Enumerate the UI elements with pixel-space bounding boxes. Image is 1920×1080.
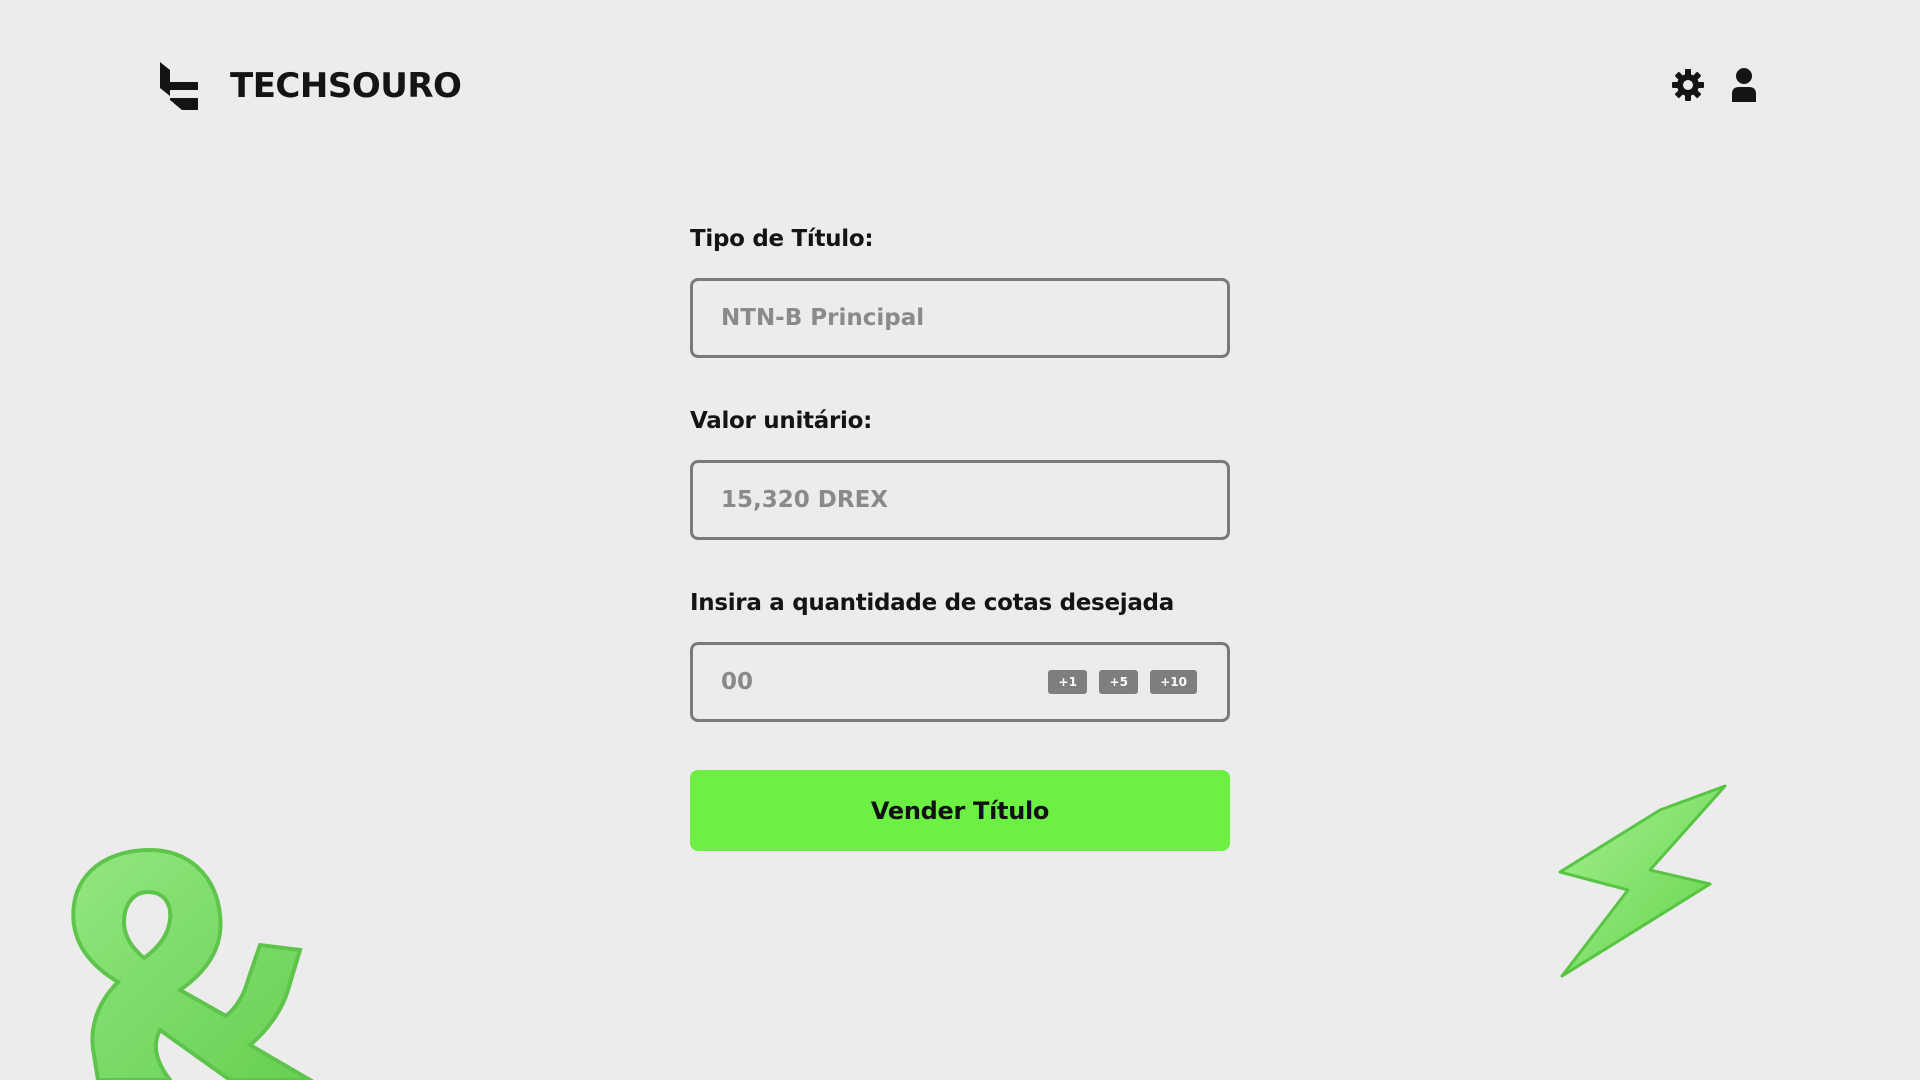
unit-value-value: 15,320 DREX <box>721 487 889 513</box>
add-10-button[interactable]: +10 <box>1150 670 1197 694</box>
title-type-label: Tipo de Título: <box>690 226 874 252</box>
title-type-value: NTN-B Principal <box>721 305 925 331</box>
unit-value-label: Valor unitário: <box>690 408 872 434</box>
quantity-group: Insira a quantidade de cotas desejada 00… <box>690 588 1230 722</box>
brand[interactable]: TECHSOURO <box>158 60 462 112</box>
unit-value-group: Valor unitário: 15,320 DREX <box>690 406 1230 540</box>
quantity-value[interactable]: 00 <box>721 669 753 695</box>
quantity-field[interactable]: 00 +1 +5 +10 <box>690 642 1230 722</box>
title-type-field[interactable]: NTN-B Principal <box>690 278 1230 358</box>
profile-button[interactable] <box>1726 66 1762 104</box>
unit-value-field[interactable]: 15,320 DREX <box>690 460 1230 540</box>
sell-title-button[interactable]: Vender Título <box>690 770 1230 851</box>
page: TECHSOURO Tipo de Título: NTN-B Principa… <box>0 0 1920 1080</box>
quantity-stepper: +1 +5 +10 <box>1048 670 1197 694</box>
header: TECHSOURO <box>0 0 1920 180</box>
settings-button[interactable] <box>1670 66 1706 104</box>
title-type-group: Tipo de Título: NTN-B Principal <box>690 224 1230 358</box>
techsouro-logo-icon <box>160 62 198 110</box>
sell-title-form: Tipo de Título: NTN-B Principal Valor un… <box>690 224 1230 851</box>
add-5-button[interactable]: +5 <box>1099 670 1139 694</box>
lightning-bolt-decoration-icon <box>1558 784 1727 978</box>
user-icon <box>1732 68 1756 102</box>
quantity-label: Insira a quantidade de cotas desejada <box>690 590 1174 616</box>
brand-name: TECHSOURO <box>230 66 462 106</box>
add-1-button[interactable]: +1 <box>1048 670 1088 694</box>
ampersand-decoration-icon <box>71 847 314 1080</box>
gear-icon <box>1672 69 1704 101</box>
header-actions <box>1670 66 1762 104</box>
